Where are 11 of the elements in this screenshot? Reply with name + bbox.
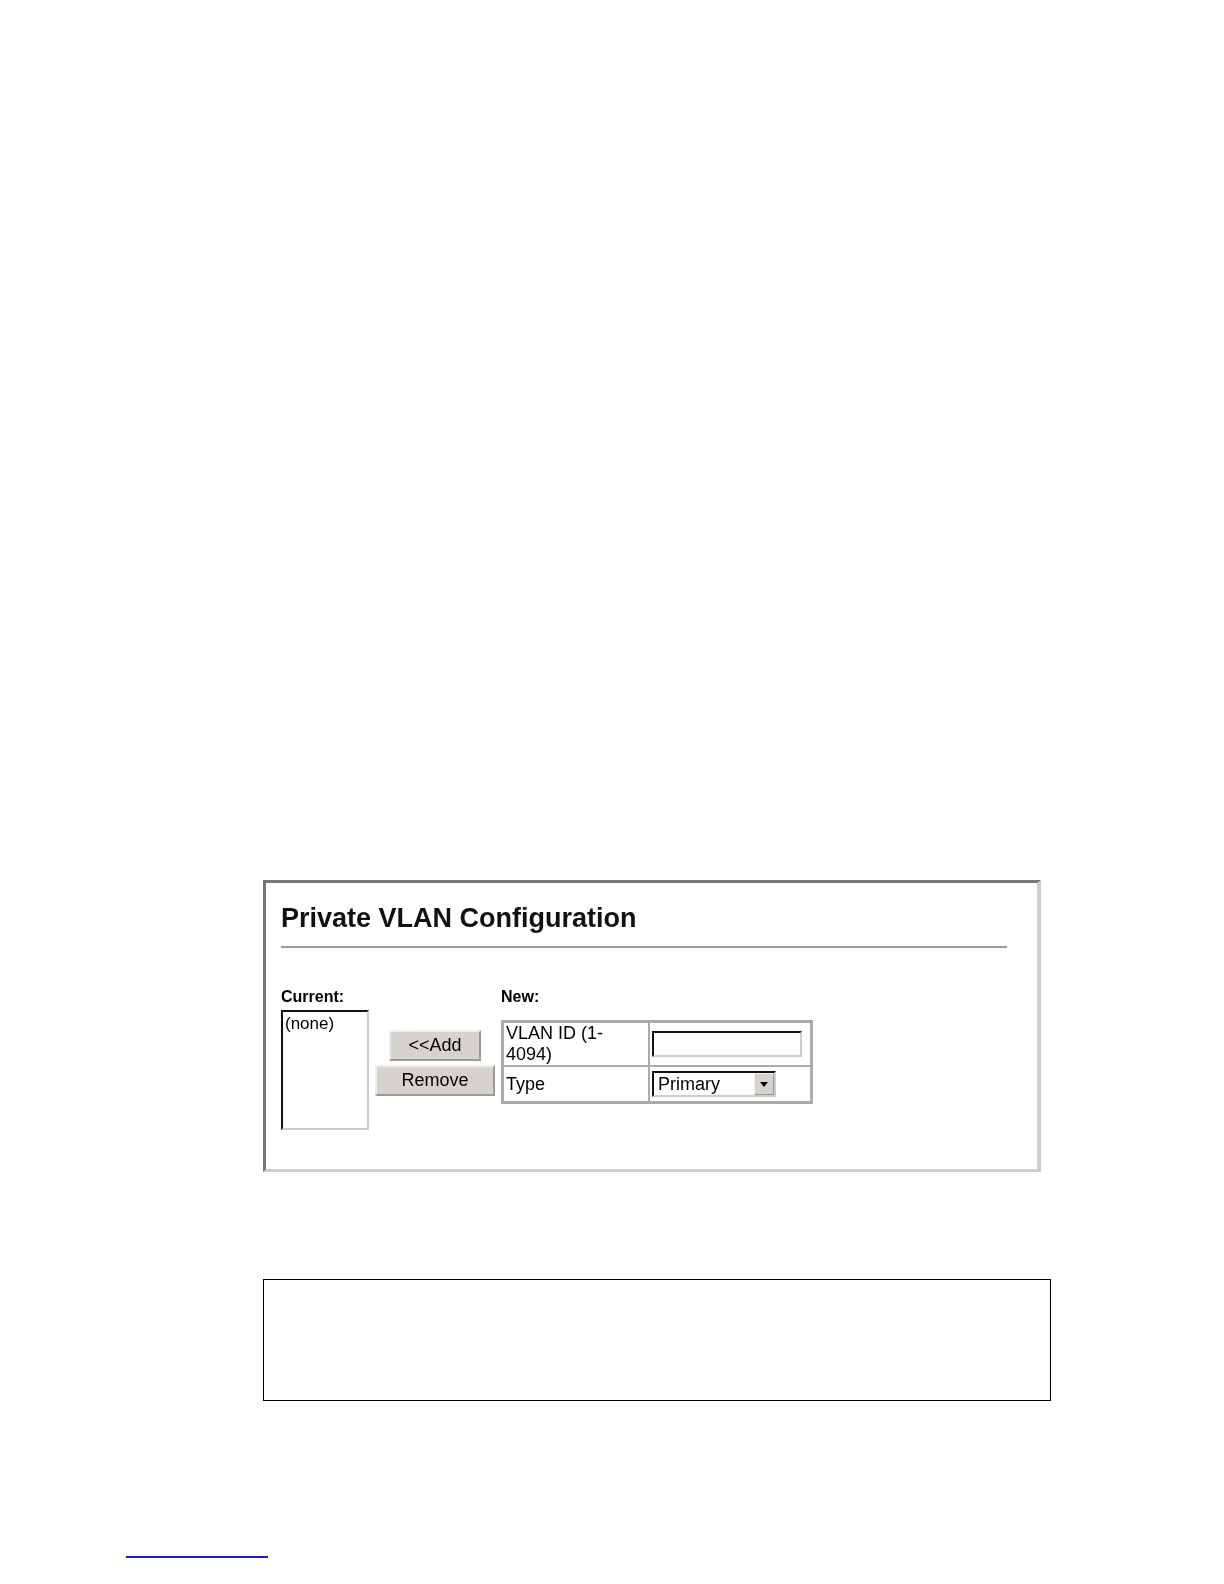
field-label: Type (503, 1066, 649, 1102)
add-button[interactable]: <<Add (389, 1030, 481, 1061)
list-item[interactable]: (none) (285, 1014, 365, 1034)
new-label: New: (501, 988, 541, 1006)
current-label: Current: (281, 988, 346, 1006)
current-listbox[interactable]: (none) (281, 1010, 369, 1130)
type-dropdown[interactable]: Primary (652, 1071, 776, 1097)
remove-button[interactable]: Remove (375, 1065, 495, 1096)
panel-title: Private VLAN Configuration (281, 903, 638, 934)
vlan-id-input[interactable] (652, 1031, 802, 1057)
field-label: VLAN ID (1-4094) (503, 1022, 649, 1066)
